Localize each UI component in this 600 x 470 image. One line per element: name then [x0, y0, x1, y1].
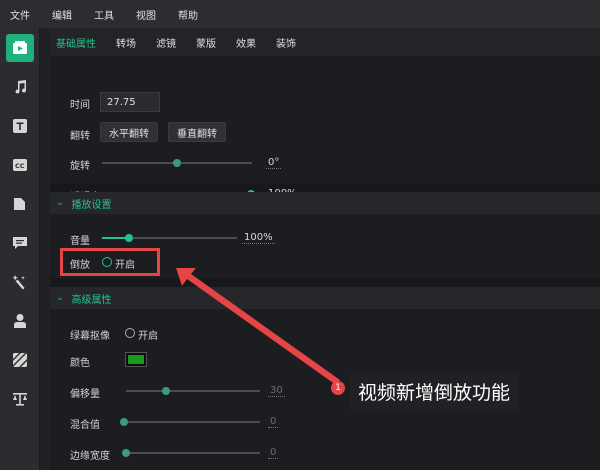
annotation-text: 视频新增倒放功能	[358, 382, 511, 404]
annotation-badge: 1	[331, 381, 345, 395]
annotation-callout: 视频新增倒放功能	[350, 372, 519, 411]
